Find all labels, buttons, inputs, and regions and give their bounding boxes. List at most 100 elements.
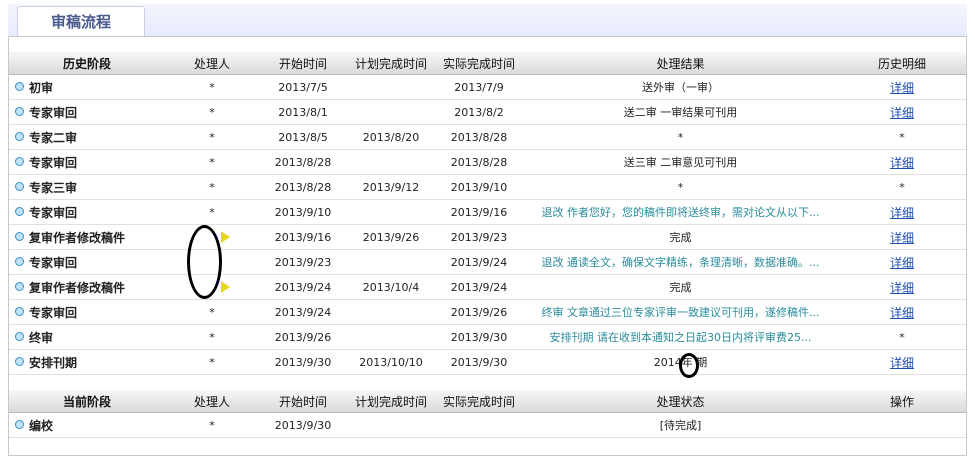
detail-link[interactable]: 详细 (890, 231, 914, 245)
start-time-cell: 2013/9/30 (259, 412, 347, 438)
detail-cell: 详细 (838, 199, 966, 225)
plan-time-cell (347, 74, 435, 100)
stage-label: 复审作者修改稿件 (29, 280, 126, 295)
detail-link[interactable]: 详细 (890, 256, 914, 270)
detail-link[interactable]: 详细 (890, 106, 914, 120)
stage-cell: 专家审回 (9, 299, 165, 325)
table-row: 专家三审 * 2013/8/28 2013/9/12 2013/9/10 * * (9, 174, 966, 200)
result-cell: * (523, 124, 838, 150)
plan-time-cell (347, 299, 435, 325)
current-header-row: 当前阶段 处理人 开始时间 计划完成时间 实际完成时间 处理状态 操作 (9, 390, 966, 413)
result-cell: 安排刊期 请在收到本通知之日起30日内将评审费25... (523, 324, 838, 350)
actual-time-cell: 2013/8/28 (435, 124, 523, 150)
stage-cell: 专家审回 (9, 199, 165, 225)
stage-cell: 专家二审 (9, 124, 165, 150)
plan-time-cell (347, 412, 435, 438)
column-header: 处理人 (165, 390, 259, 413)
start-time-cell: 2013/8/5 (259, 124, 347, 150)
result-cell: 终审 文章通过三位专家评审一致建议可刊用，遂修稿件... (523, 299, 838, 325)
stage-label: 专家审回 (29, 155, 78, 170)
bullet-icon (15, 231, 24, 241)
stage-label: 专家审回 (29, 105, 78, 120)
detail-cell: 详细 (838, 349, 966, 375)
handler-cell: * (165, 99, 259, 125)
plan-time-cell (347, 249, 435, 275)
stage-cell: 专家审回 (9, 99, 165, 125)
start-time-cell: 2013/8/28 (259, 149, 347, 175)
table-row: 专家审回 * 2013/9/10 2013/9/16 退改 作者您好，您的稿件即将送终审… (9, 199, 966, 225)
start-time-cell: 2013/9/10 (259, 199, 347, 225)
column-header: 处理结果 (523, 52, 838, 75)
tab-review-process[interactable]: 审稿流程 (17, 6, 145, 36)
actual-time-cell: 2013/9/30 (435, 324, 523, 350)
bullet-icon (15, 106, 24, 116)
column-header: 处理人 (165, 52, 259, 75)
actual-time-cell: 2013/9/23 (435, 224, 523, 250)
start-time-cell: 2013/8/28 (259, 174, 347, 200)
detail-link[interactable]: 详细 (890, 281, 914, 295)
start-time-cell: 2013/8/1 (259, 99, 347, 125)
redaction-circle-mark (679, 353, 699, 378)
bullet-icon (15, 281, 24, 291)
result-cell: 送外审（一审） (523, 74, 838, 100)
result-cell: * (523, 174, 838, 200)
start-time-cell: 2013/7/5 (259, 74, 347, 100)
stage-cell: 复审作者修改稿件 (9, 274, 165, 300)
bullet-icon (15, 306, 24, 316)
column-header: 开始时间 (259, 390, 347, 413)
stage-label: 终审 (29, 330, 54, 345)
table-row: 专家审回 * 2013/8/28 2013/8/28 送三审 二审意见可刊用 详细 (9, 149, 966, 175)
detail-link[interactable]: 详细 (890, 306, 914, 320)
stage-cell: 专家审回 (9, 149, 165, 175)
result-cell: 完成 (523, 224, 838, 250)
table-row: 编校 * 2013/9/30 [待完成] (9, 412, 966, 438)
column-header: 历史明细 (838, 52, 966, 75)
actual-time-cell: 2013/8/2 (435, 99, 523, 125)
plan-time-cell (347, 199, 435, 225)
table-row: 专家审回 * 2013/8/1 2013/8/2 送二审 一审结果可刊用 详细 (9, 99, 966, 125)
detail-cell: 详细 (838, 299, 966, 325)
detail-cell: 详细 (838, 249, 966, 275)
detail-cell: 详细 (838, 224, 966, 250)
handler-cell: * (165, 299, 259, 325)
table-row: 初审 * 2013/7/5 2013/7/9 送外审（一审） 详细 (9, 74, 966, 100)
result-cell: [待完成] (523, 412, 838, 438)
detail-cell: * (838, 174, 966, 200)
handler-cell: * (165, 74, 259, 100)
detail-cell: * (838, 124, 966, 150)
table-row: 安排刊期 * 2013/9/30 2013/10/10 2013/9/30 2014年 期… (9, 349, 966, 375)
stage-cell: 安排刊期 (9, 349, 165, 375)
detail-cell (838, 412, 966, 438)
actual-time-cell: 2013/9/24 (435, 274, 523, 300)
bullet-icon (15, 256, 24, 266)
actual-time-cell: 2013/9/24 (435, 249, 523, 275)
detail-cell: 详细 (838, 274, 966, 300)
actual-time-cell: 2013/9/26 (435, 299, 523, 325)
column-header: 历史阶段 (9, 52, 165, 75)
stage-label: 初审 (29, 80, 54, 95)
detail-link[interactable]: 详细 (890, 356, 914, 370)
stage-label: 安排刊期 (29, 355, 78, 370)
detail-cell: 详细 (838, 74, 966, 100)
column-header: 计划完成时间 (347, 390, 435, 413)
start-time-cell: 2013/9/16 (259, 224, 347, 250)
detail-link[interactable]: 详细 (890, 81, 914, 95)
plan-time-cell (347, 99, 435, 125)
bullet-icon (15, 206, 24, 216)
detail-link[interactable]: 详细 (890, 206, 914, 220)
stage-cell: 复审作者修改稿件 (9, 224, 165, 250)
history-header-row: 历史阶段 处理人 开始时间 计划完成时间 实际完成时间 处理结果 历史明细 (9, 52, 966, 75)
start-time-cell: 2013/9/23 (259, 249, 347, 275)
bullet-icon (15, 156, 24, 166)
table-row: 终审 * 2013/9/26 2013/9/30 安排刊期 请在收到本通知之日起30日内… (9, 324, 966, 350)
detail-link[interactable]: 详细 (890, 156, 914, 170)
table-row: 复审作者修改稿件 2013/9/16 2013/9/26 2013/9/23 完成 详细 (9, 224, 966, 250)
detail-cell: * (838, 324, 966, 350)
review-panel: 历史阶段 处理人 开始时间 计划完成时间 实际完成时间 处理结果 历史明细 初审 * 2013/… (8, 36, 967, 456)
bullet-icon (15, 181, 24, 191)
plan-time-cell: 2013/8/20 (347, 124, 435, 150)
stage-label: 专家三审 (29, 180, 78, 195)
result-cell: 退改 通读全文，确保文字精练，条理清晰，数据准确。... (523, 249, 838, 275)
handler-cell: * (165, 349, 259, 375)
actual-time-cell: 2013/8/28 (435, 149, 523, 175)
